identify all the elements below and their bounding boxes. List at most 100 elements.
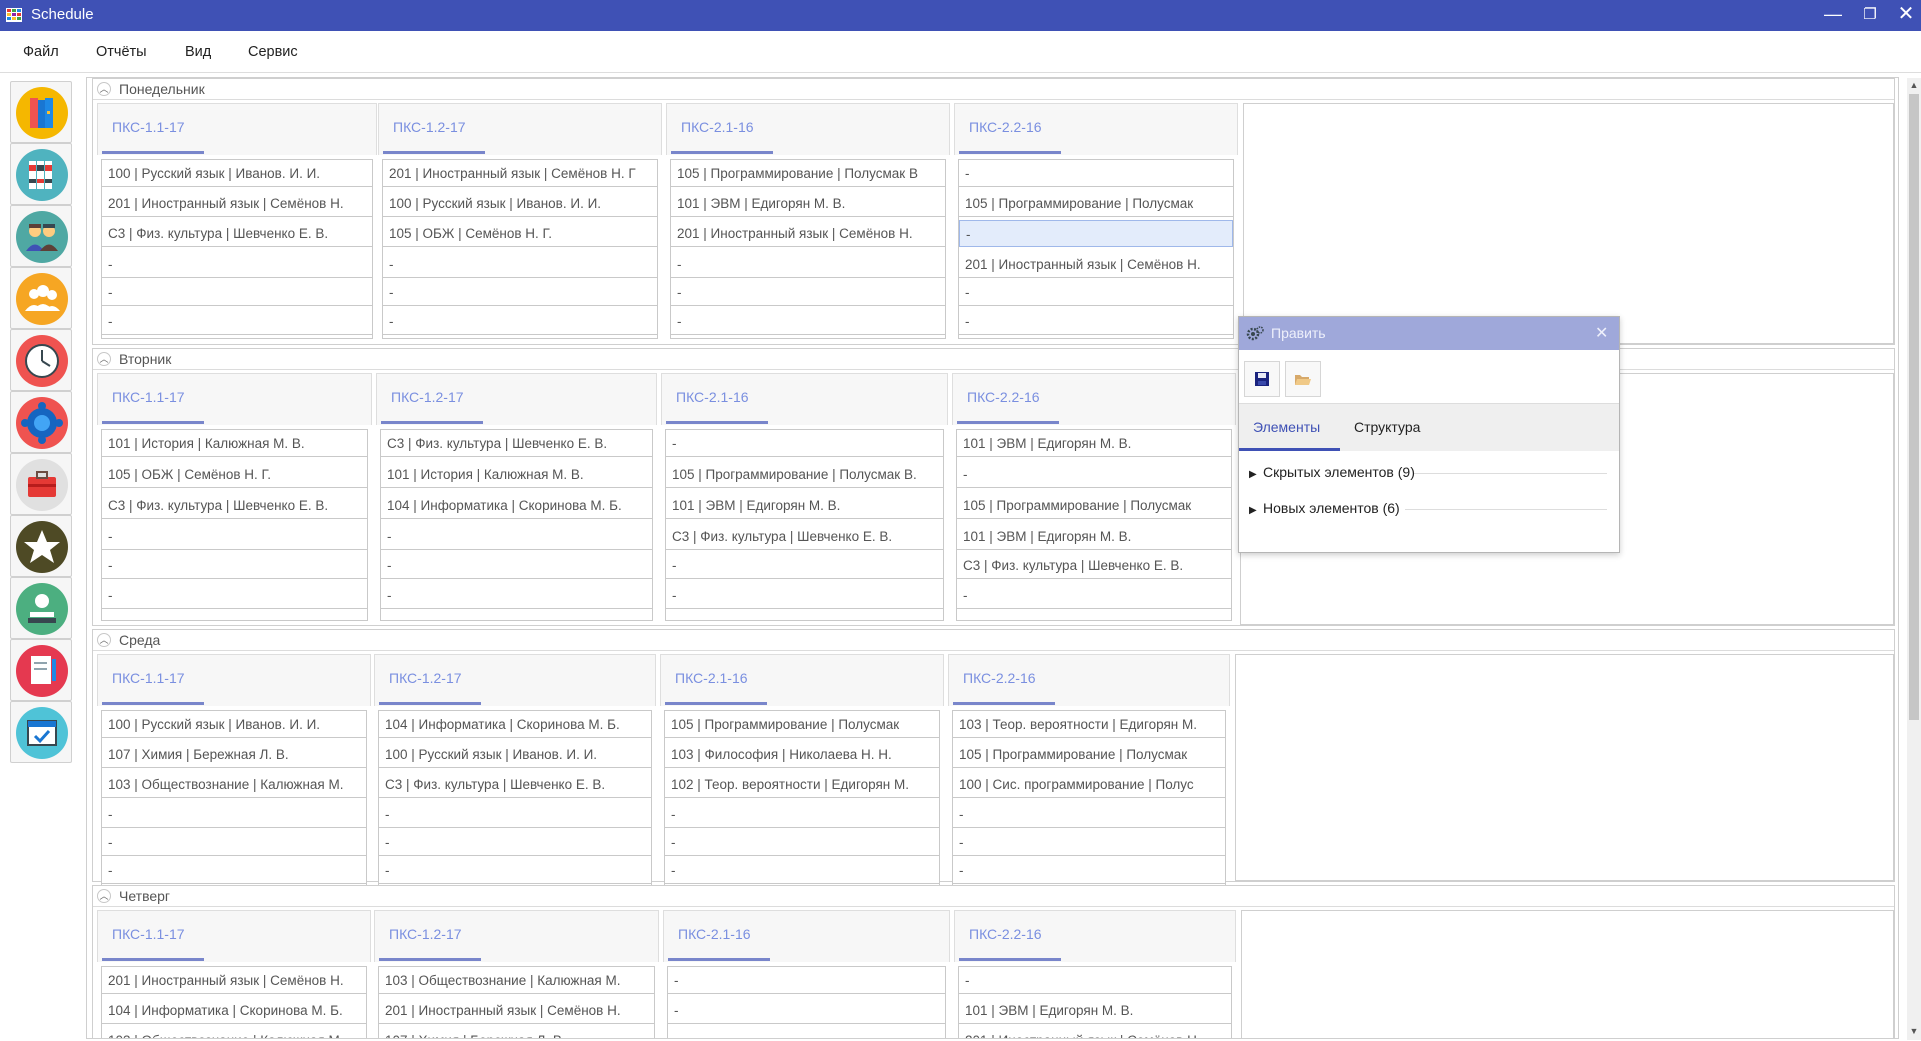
lesson-slot[interactable]: 105 | Программирование | Полусмак [665, 711, 939, 738]
lesson-slot[interactable]: 105 | Программирование | Полусмак [953, 741, 1225, 768]
sidebar-student-button[interactable] [10, 577, 72, 639]
tab-structure[interactable]: Структура [1354, 419, 1420, 435]
tree-item-hidden[interactable]: ▶ Скрытых элементов (9) [1249, 464, 1415, 480]
scroll-thumb[interactable] [1909, 94, 1919, 720]
save-button[interactable] [1244, 361, 1280, 397]
lesson-slot[interactable]: 105 | ОБЖ | Семёнов Н. Г. [383, 220, 657, 247]
group-tab[interactable]: ПКС-1.1-17 [97, 103, 377, 155]
group-tab[interactable]: ПКС-1.1-17 [97, 373, 372, 425]
group-tab[interactable]: ПКС-2.1-16 [666, 103, 950, 155]
minimize-button[interactable]: — [1815, 0, 1851, 31]
menu-file[interactable]: Файл [23, 44, 59, 60]
lesson-slot[interactable]: - [953, 829, 1225, 856]
lesson-slot[interactable]: - [379, 829, 651, 856]
lesson-slot[interactable]: С3 | Физ. культура | Шевченко Е. В. [379, 771, 651, 798]
lesson-slot[interactable]: - [102, 279, 372, 306]
lesson-slot[interactable]: 201 | Иностранный язык | Семёнов Н. [671, 220, 945, 247]
lesson-slot[interactable]: - [381, 552, 652, 579]
lesson-slot[interactable]: 201 | Иностранный язык | Семёнов Н. [102, 190, 372, 217]
day-header[interactable]: ︿ Среда [93, 630, 1894, 651]
lesson-slot[interactable]: 104 | Информатика | Скоринова М. Б. [379, 711, 651, 738]
group-tab[interactable]: ПКС-2.1-16 [663, 910, 950, 962]
sidebar-books-button[interactable] [10, 81, 72, 143]
group-tab[interactable]: ПКС-2.2-16 [948, 654, 1230, 706]
lesson-slot[interactable]: - [959, 220, 1233, 247]
lesson-slot[interactable]: - [671, 308, 945, 335]
lesson-slot[interactable]: 201 | Иностранный язык | Семёнов Н. Г [383, 160, 657, 187]
group-tab[interactable]: ПКС-2.2-16 [954, 910, 1236, 962]
lesson-slot[interactable]: 103 | Обществознание | Калюжная М. [102, 771, 366, 798]
lesson-slot[interactable]: 101 | ЭВМ | Едигорян М. В. [671, 190, 945, 217]
lesson-slot[interactable]: - [383, 251, 657, 278]
menu-service[interactable]: Сервис [248, 44, 298, 60]
lesson-slot[interactable]: С3 | Физ. культура | Шевченко Е. В. [102, 492, 367, 519]
day-header[interactable]: ︿ Понедельник [93, 79, 1894, 100]
lesson-slot[interactable]: 105 | ОБЖ | Семёнов Н. Г. [102, 461, 367, 488]
menu-view[interactable]: Вид [185, 44, 211, 60]
lesson-slot[interactable]: - [959, 160, 1233, 187]
lesson-slot[interactable]: 105 | Программирование | Полусмак [957, 492, 1231, 519]
lesson-slot[interactable]: С3 | Физ. культура | Шевченко Е. В. [102, 220, 372, 247]
lesson-slot[interactable]: - [665, 801, 939, 828]
lesson-slot[interactable]: - [102, 251, 372, 278]
lesson-slot[interactable]: 105 | Программирование | Полусмак В [671, 160, 945, 187]
lesson-slot[interactable]: - [957, 582, 1231, 609]
lesson-slot[interactable]: - [102, 857, 366, 884]
group-tab[interactable]: ПКС-1.1-17 [97, 910, 371, 962]
lesson-slot[interactable]: 100 | Русский язык | Иванов. И. И. [383, 190, 657, 217]
maximize-button[interactable]: ❐ [1852, 0, 1888, 31]
lesson-slot[interactable]: - [379, 801, 651, 828]
open-button[interactable] [1285, 361, 1321, 397]
lesson-slot[interactable]: 104 | Информатика | Скоринова М. Б. [102, 997, 366, 1024]
tab-elements[interactable]: Элементы [1253, 419, 1320, 435]
collapse-chevron-icon[interactable]: ︿ [97, 82, 111, 96]
lesson-slot[interactable]: - [381, 582, 652, 609]
lesson-slot[interactable]: 101 | ЭВМ | Едигорян М. В. [666, 492, 943, 519]
lesson-slot[interactable]: 105 | Программирование | Полусмак [959, 190, 1233, 217]
lesson-slot[interactable]: 101 | История | Калюжная М. В. [381, 461, 652, 488]
sidebar-settings-button[interactable] [10, 391, 72, 453]
lesson-slot[interactable]: - [102, 582, 367, 609]
sidebar-schedule-button[interactable] [10, 701, 72, 763]
collapse-chevron-icon[interactable]: ︿ [97, 633, 111, 647]
group-tab[interactable]: ПКС-1.2-17 [376, 373, 657, 425]
lesson-slot[interactable]: 101 | ЭВМ | Едигорян М. В. [959, 997, 1231, 1024]
lesson-slot[interactable]: 102 | Теор. вероятности | Едигорян М. [665, 771, 939, 798]
group-tab[interactable]: ПКС-2.2-16 [952, 373, 1236, 425]
lesson-slot[interactable]: 100 | Сис. программирование | Полус [953, 771, 1225, 798]
lesson-slot[interactable]: 101 | История | Калюжная М. В. [102, 430, 367, 457]
group-tab[interactable]: ПКС-2.2-16 [954, 103, 1238, 155]
close-button[interactable]: ✕ [1888, 0, 1921, 31]
dialog-close-button[interactable]: ✕ [1595, 323, 1608, 343]
lesson-slot[interactable]: - [668, 1027, 945, 1038]
lesson-slot[interactable]: - [102, 523, 367, 550]
lesson-slot[interactable]: - [953, 857, 1225, 884]
lesson-slot[interactable]: - [671, 279, 945, 306]
lesson-slot[interactable]: 104 | Информатика | Скоринова М. Б. [381, 492, 652, 519]
sidebar-students-button[interactable] [10, 267, 72, 329]
lesson-slot[interactable]: - [666, 582, 943, 609]
lesson-slot[interactable]: 100 | Русский язык | Иванов. И. И. [379, 741, 651, 768]
lesson-slot[interactable]: - [668, 967, 945, 994]
tree-item-new[interactable]: ▶ Новых элементов (6) [1249, 500, 1400, 516]
lesson-slot[interactable]: - [953, 801, 1225, 828]
lesson-slot[interactable]: - [959, 967, 1231, 994]
lesson-slot[interactable]: 103 | Обществознание | Калюжная М. [379, 967, 654, 994]
lesson-slot[interactable]: 201 | Иностранный язык | Семёнов Н. [379, 997, 654, 1024]
lesson-slot[interactable]: 103 | Философия | Николаева Н. Н. [665, 741, 939, 768]
sidebar-binders-button[interactable] [10, 143, 72, 205]
lesson-slot[interactable]: 100 | Русский язык | Иванов. И. И. [102, 160, 372, 187]
lesson-slot[interactable]: - [102, 801, 366, 828]
lesson-slot[interactable]: - [102, 829, 366, 856]
collapse-chevron-icon[interactable]: ︿ [97, 352, 111, 366]
lesson-slot[interactable]: 101 | ЭВМ | Едигорян М. В. [957, 430, 1231, 457]
lesson-slot[interactable]: - [957, 461, 1231, 488]
lesson-slot[interactable]: - [381, 523, 652, 550]
lesson-slot[interactable]: С3 | Физ. культура | Шевченко Е. В. [666, 523, 943, 550]
lesson-slot[interactable]: - [666, 552, 943, 579]
group-tab[interactable]: ПКС-1.2-17 [378, 103, 662, 155]
sidebar-favorites-button[interactable] [10, 515, 72, 577]
lesson-slot[interactable]: 101 | ЭВМ | Едигорян М. В. [957, 523, 1231, 550]
lesson-slot[interactable]: 201 | Иностранный язык | Семёнов Н. [959, 1027, 1231, 1038]
day-header[interactable]: ︿ Вторник [93, 349, 1894, 370]
